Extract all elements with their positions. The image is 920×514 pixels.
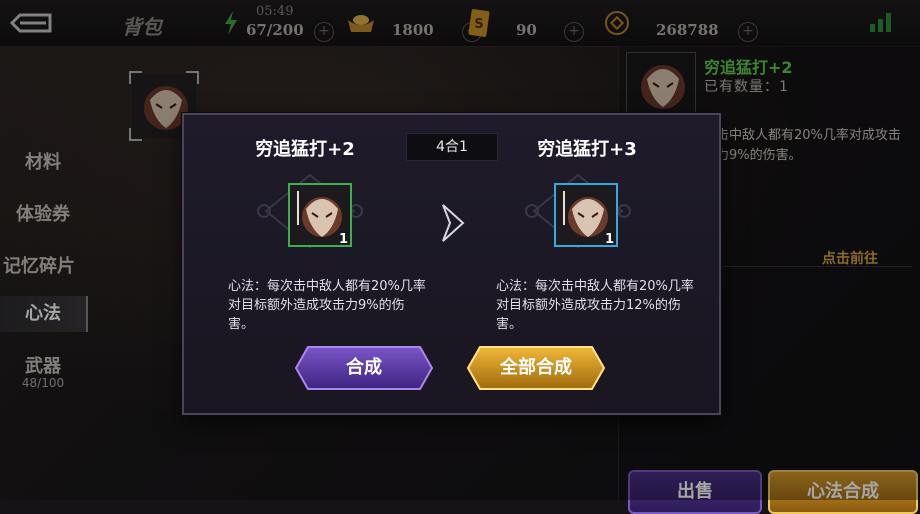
synthesize-button[interactable]: 合成 xyxy=(294,345,434,391)
synthesis-dialog: 穷追猛打+2 4合1 穷追猛打+3 1 1 心法：每次击中敌人都有20%几率对目… xyxy=(182,113,721,415)
source-item-name: 穷追猛打+2 xyxy=(255,139,355,160)
merge-ratio: 4合1 xyxy=(406,133,498,161)
result-item-slot[interactable]: 1 xyxy=(554,183,618,247)
synthesize-all-button[interactable]: 全部合成 xyxy=(466,345,606,391)
source-item-description: 心法：每次击中敌人都有20%几率对目标额外造成攻击力9%的伤害。 xyxy=(228,279,426,332)
synthesize-button-label: 合成 xyxy=(346,357,382,378)
arrow-right-icon xyxy=(442,204,465,242)
source-item-slot[interactable]: 1 xyxy=(288,183,352,247)
synthesize-all-button-label: 全部合成 xyxy=(500,357,572,378)
result-item-name: 穷追猛打+3 xyxy=(537,139,637,160)
result-item-description: 心法：每次击中敌人都有20%几率对目标额外造成攻击力12%的伤害。 xyxy=(496,279,694,332)
source-item-qty: 1 xyxy=(338,232,348,247)
result-item-qty: 1 xyxy=(604,232,614,247)
